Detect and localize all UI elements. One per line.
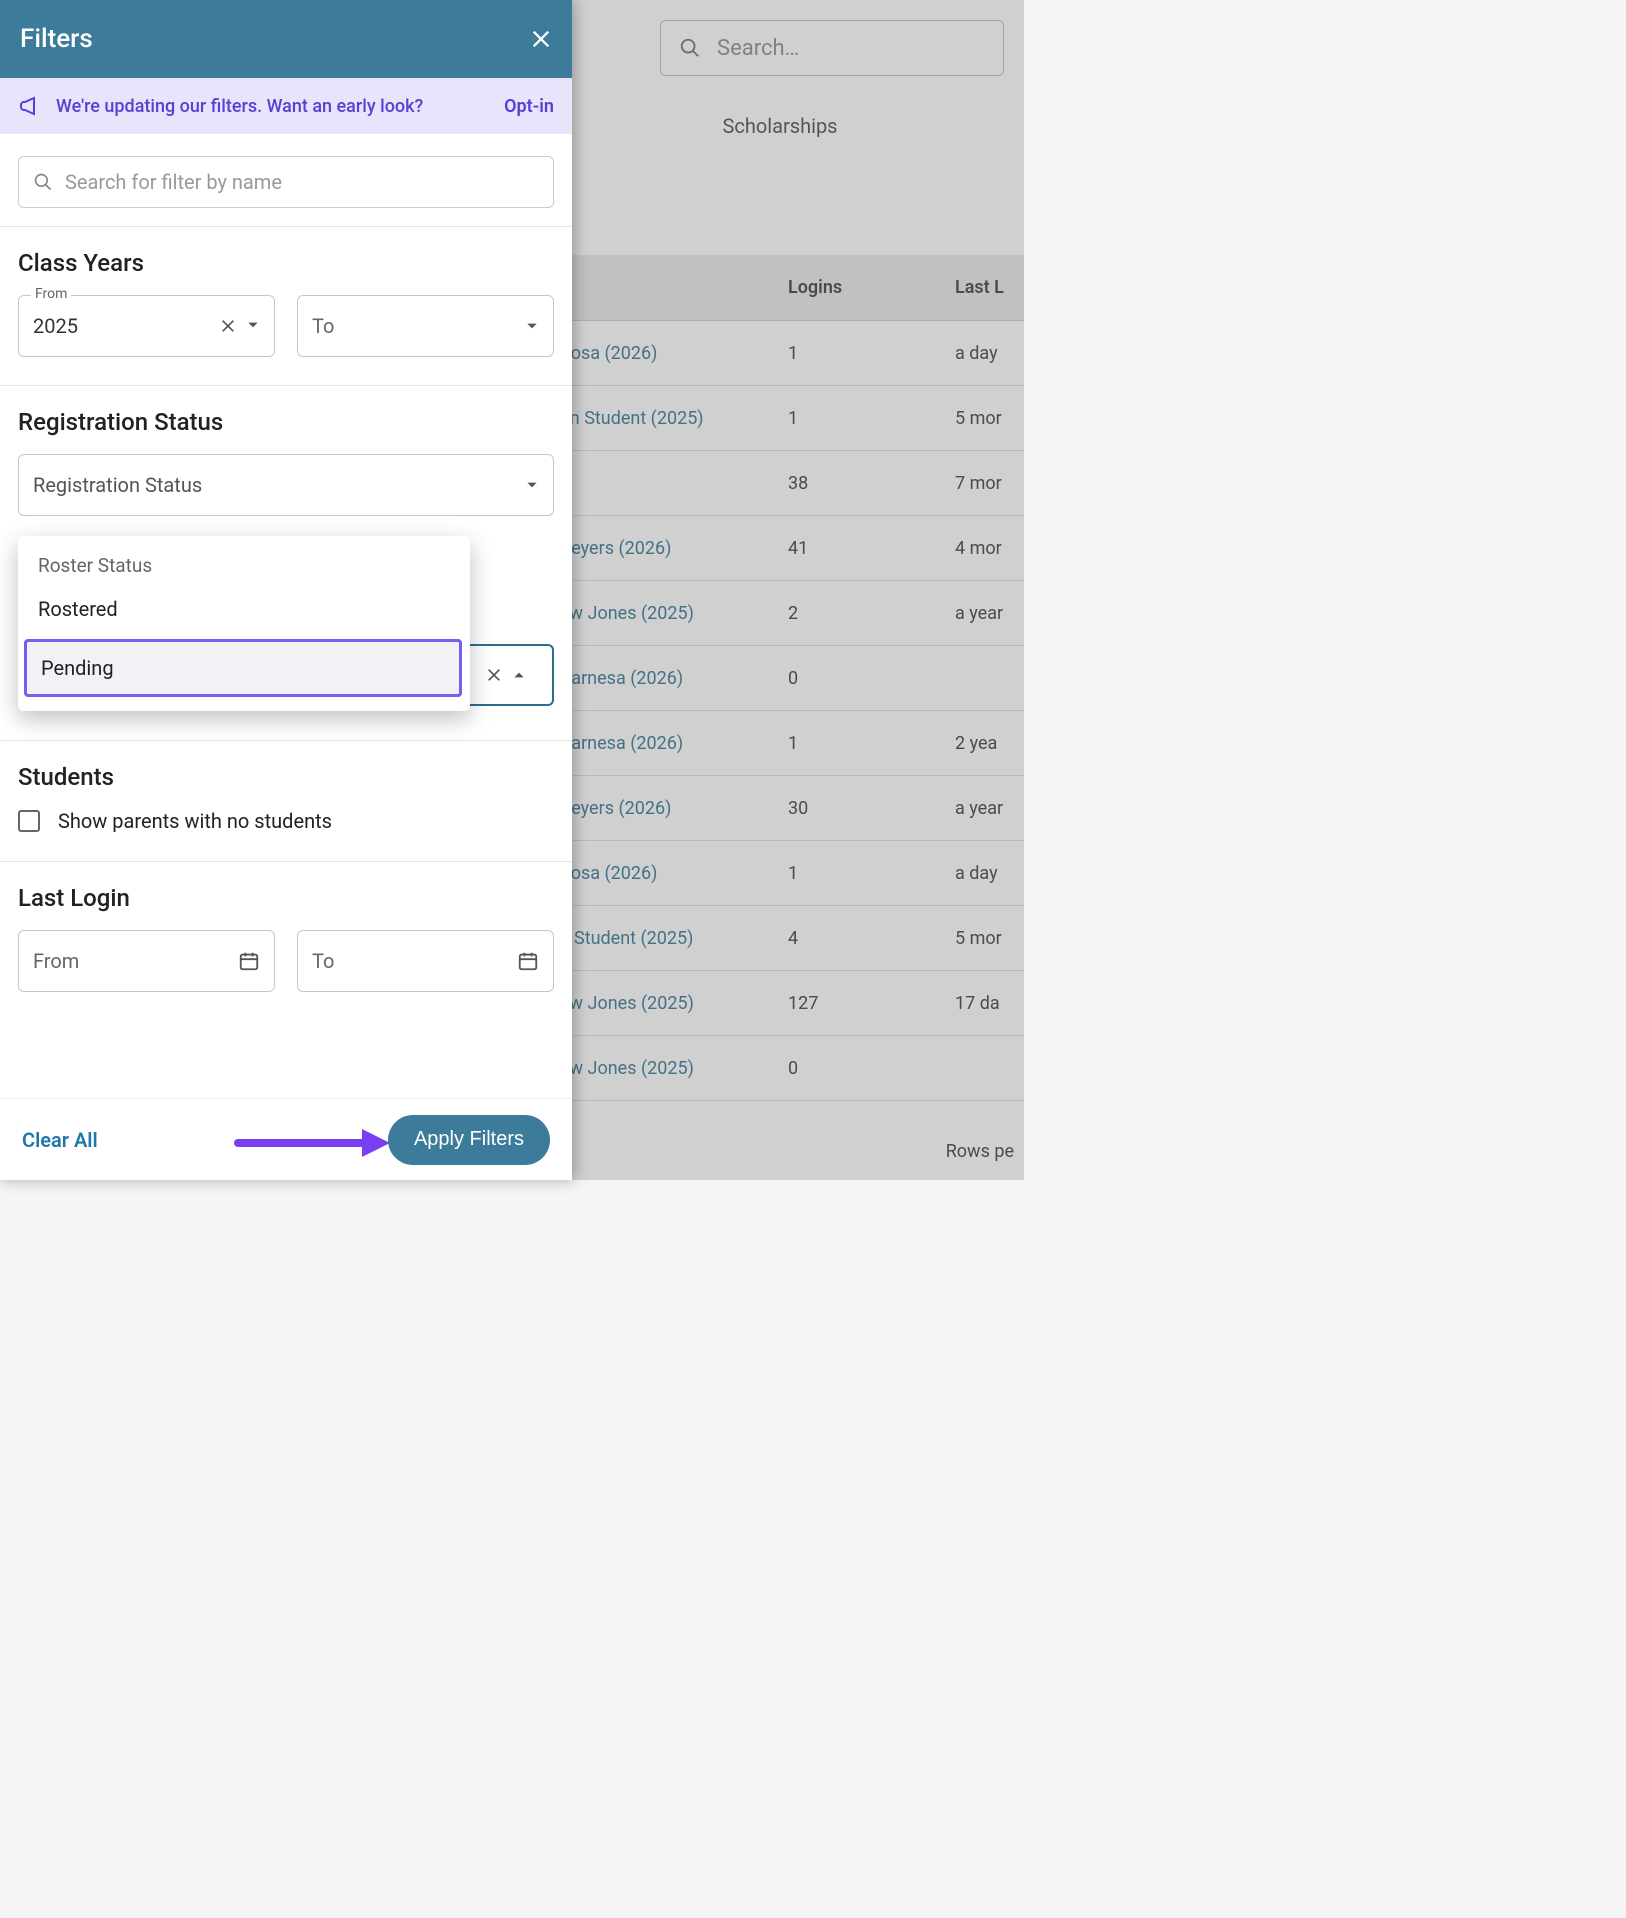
show-parents-checkbox-row[interactable]: Show parents with no students	[18, 809, 554, 833]
students-title: Students	[18, 763, 554, 791]
optin-link[interactable]: Opt-in	[504, 96, 554, 117]
search-icon	[33, 172, 53, 192]
megaphone-icon	[18, 94, 42, 118]
last-login-to[interactable]: To	[297, 930, 554, 992]
section-last-login: Last Login From To	[0, 861, 572, 1020]
clear-all-button[interactable]: Clear All	[22, 1128, 98, 1152]
to-label: To	[312, 314, 525, 338]
roster-status-area: Roster Status Rostered Pending	[18, 536, 554, 712]
clear-icon[interactable]	[220, 318, 236, 334]
drawer-header: Filters	[0, 0, 572, 78]
class-years-title: Class Years	[18, 249, 554, 277]
chevron-down-icon[interactable]	[246, 318, 260, 334]
dropdown-group-label: Roster Status	[18, 546, 470, 585]
annotation-arrow-icon	[232, 1123, 392, 1163]
filter-search-input[interactable]: Search for filter by name	[18, 156, 554, 208]
drawer-title: Filters	[20, 24, 93, 54]
to-label: To	[312, 949, 517, 973]
filters-drawer: Filters We're updating our filters. Want…	[0, 0, 572, 1180]
drawer-body: Search for filter by name Class Years Fr…	[0, 134, 572, 1098]
from-label: From	[31, 286, 71, 302]
option-pending[interactable]: Pending	[24, 639, 462, 697]
calendar-icon[interactable]	[238, 950, 260, 972]
checkbox-icon[interactable]	[18, 810, 40, 832]
chevron-down-icon[interactable]	[525, 478, 539, 492]
registration-placeholder: Registration Status	[33, 473, 202, 497]
option-rostered[interactable]: Rostered	[18, 585, 470, 633]
class-from-value: 2025	[33, 314, 220, 338]
from-label: From	[33, 949, 238, 973]
close-icon[interactable]	[530, 28, 552, 50]
class-from-select[interactable]: From 2025	[18, 295, 275, 357]
chevron-up-icon[interactable]	[512, 668, 526, 682]
optin-banner: We're updating our filters. Want an earl…	[0, 78, 572, 134]
checkbox-label: Show parents with no students	[58, 809, 332, 833]
section-registration-status: Registration Status Registration Status …	[0, 385, 572, 740]
roster-dropdown: Roster Status Rostered Pending	[18, 536, 470, 711]
clear-icon[interactable]	[486, 667, 502, 683]
filter-search-placeholder: Search for filter by name	[65, 170, 282, 194]
banner-text: We're updating our filters. Want an earl…	[56, 96, 423, 117]
calendar-icon[interactable]	[517, 950, 539, 972]
chevron-down-icon[interactable]	[525, 319, 539, 333]
drawer-footer: Clear All Apply Filters	[0, 1098, 572, 1180]
registration-title: Registration Status	[18, 408, 554, 436]
last-login-from[interactable]: From	[18, 930, 275, 992]
registration-select[interactable]: Registration Status	[18, 454, 554, 516]
section-students: Students Show parents with no students	[0, 740, 572, 861]
last-login-title: Last Login	[18, 884, 554, 912]
class-to-select[interactable]: To	[297, 295, 554, 357]
section-class-years: Class Years From 2025 To	[0, 226, 572, 385]
apply-filters-button[interactable]: Apply Filters	[388, 1115, 550, 1165]
roster-select-collapsed[interactable]	[458, 644, 554, 706]
